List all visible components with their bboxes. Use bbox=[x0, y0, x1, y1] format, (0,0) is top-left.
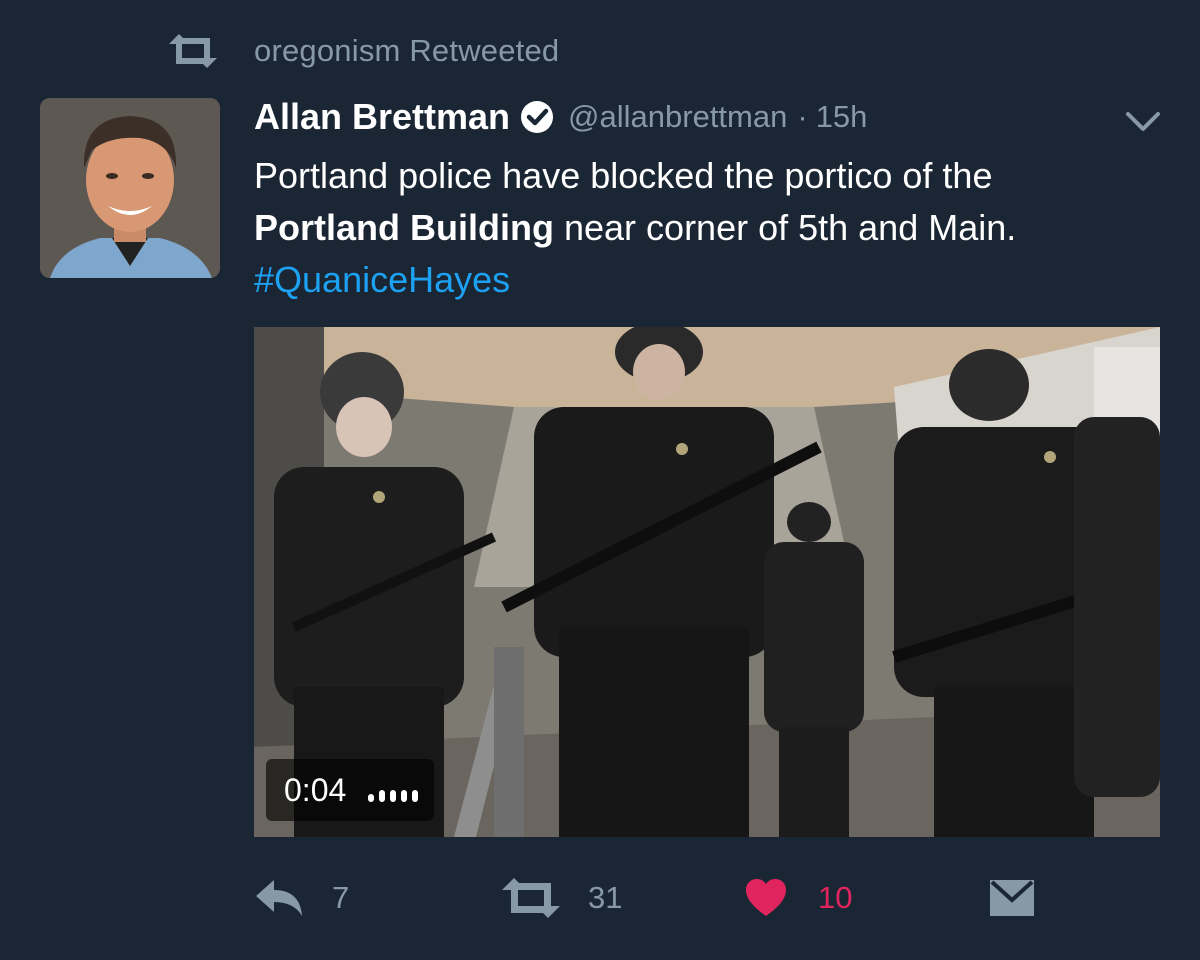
video-duration-badge: 0:04 bbox=[266, 759, 434, 821]
retweet-context-text[interactable]: oregonism Retweeted bbox=[254, 33, 559, 69]
tweet-header: Allan Brettman @allanbrettman · 15h bbox=[254, 92, 867, 142]
avatar-image bbox=[40, 98, 220, 278]
tweet-card: oregonism Retweeted Allan Brettman @alla… bbox=[0, 0, 1200, 960]
tweet-text: Portland police have blocked the portico… bbox=[254, 150, 1154, 306]
separator-dot: · bbox=[797, 99, 808, 134]
envelope-icon bbox=[990, 880, 1034, 916]
video-duration: 0:04 bbox=[284, 771, 347, 808]
retweet-context: oregonism Retweeted bbox=[167, 30, 559, 72]
timestamp[interactable]: 15h bbox=[816, 99, 868, 135]
reply-button[interactable]: 7 bbox=[254, 870, 349, 926]
retweet-button[interactable]: 31 bbox=[500, 870, 622, 926]
verified-badge-icon bbox=[521, 101, 554, 133]
tweet-text-line: Portland police have blocked the portico… bbox=[254, 155, 993, 196]
loading-dots-icon bbox=[368, 790, 419, 802]
like-button[interactable]: 10 bbox=[744, 870, 852, 926]
retweet-icon bbox=[502, 878, 560, 918]
chevron-down-icon[interactable] bbox=[1124, 108, 1162, 136]
tweet-text-line: Portland Building near corner of 5th and… bbox=[254, 202, 1154, 254]
user-handle[interactable]: @allanbrettman bbox=[568, 99, 787, 135]
direct-message-button[interactable] bbox=[988, 870, 1036, 926]
retweet-icon bbox=[169, 34, 217, 68]
tweet-text-rest: near corner of 5th and Main. bbox=[553, 207, 1017, 248]
display-name[interactable]: Allan Brettman bbox=[254, 96, 510, 138]
avatar[interactable] bbox=[40, 98, 220, 278]
video-player[interactable]: 0:04 bbox=[254, 327, 1160, 837]
heart-icon bbox=[746, 879, 786, 916]
tweet-actions: 7 31 10 bbox=[254, 870, 1154, 926]
retweet-count: 31 bbox=[588, 880, 623, 915]
reply-icon bbox=[256, 880, 302, 916]
hashtag-link[interactable]: #QuaniceHayes bbox=[254, 259, 510, 300]
bold-text: Portland Building bbox=[254, 207, 554, 248]
reply-count: 7 bbox=[332, 880, 350, 915]
like-count: 10 bbox=[818, 880, 853, 915]
